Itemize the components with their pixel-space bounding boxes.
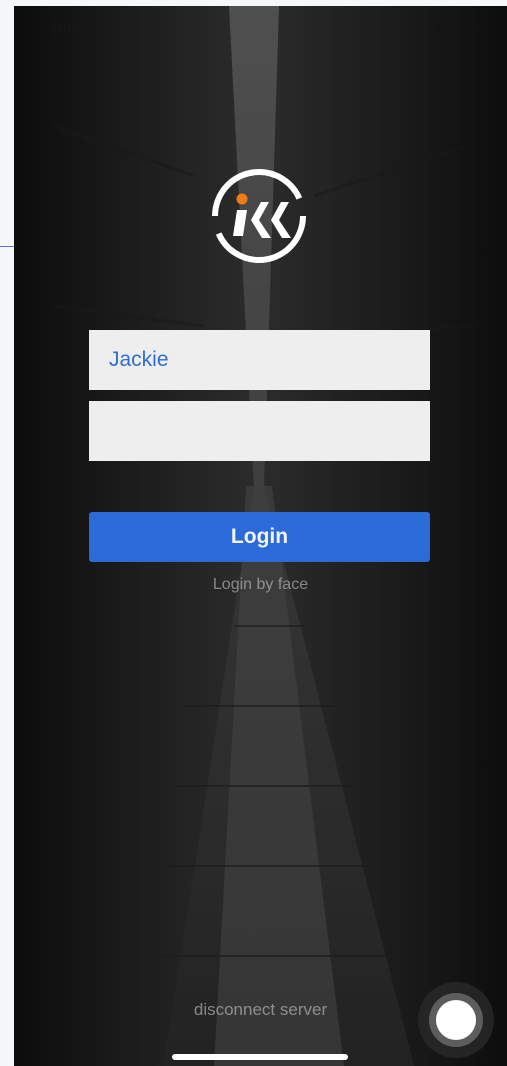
phone-screen: 10:57 Jackie Login Login by face disconn…	[14, 6, 507, 1066]
username-field[interactable]: Jackie	[89, 330, 430, 390]
status-bar: 10:57	[14, 6, 507, 50]
assistive-touch-dot	[436, 1000, 476, 1040]
assistive-touch-icon	[429, 993, 483, 1047]
password-field[interactable]	[89, 401, 430, 461]
assistive-touch-button[interactable]	[418, 982, 494, 1058]
home-indicator[interactable]	[172, 1054, 348, 1060]
ikc-logo-icon	[212, 169, 306, 263]
signal-icon	[427, 22, 445, 33]
login-button[interactable]: Login	[89, 512, 430, 562]
divider-line	[0, 246, 14, 247]
battery-icon	[453, 22, 477, 33]
login-by-face-link[interactable]: Login by face	[14, 576, 507, 594]
page: 10:57 Jackie Login Login by face disconn…	[0, 0, 507, 1066]
status-icons	[427, 22, 477, 33]
status-time: 10:57	[50, 20, 89, 37]
